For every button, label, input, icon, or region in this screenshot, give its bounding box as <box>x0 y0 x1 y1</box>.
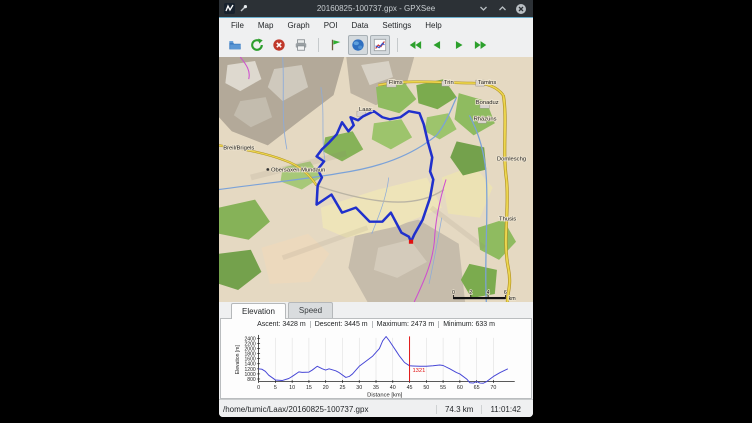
svg-text:15: 15 <box>306 385 312 391</box>
svg-text:65: 65 <box>474 385 480 391</box>
gpxsee-app-icon <box>224 3 235 14</box>
track-statistics: Ascent: 3428 mDescent: 3445 mMaximum: 24… <box>221 319 531 333</box>
print-file-button[interactable] <box>291 35 311 55</box>
stat-descent: Descent: 3445 m <box>310 321 372 328</box>
skip-last-icon <box>474 38 488 52</box>
menu-settings[interactable]: Settings <box>375 19 418 32</box>
svg-text:25: 25 <box>339 385 345 391</box>
map-label: Domleschg <box>497 157 526 163</box>
previous-icon <box>430 38 444 52</box>
svg-text:1321: 1321 <box>412 368 425 374</box>
previous-track-button[interactable] <box>427 35 447 55</box>
track-position-marker <box>409 240 413 244</box>
elevation-chart[interactable]: 0510152025303540455055606570800100012001… <box>221 333 531 398</box>
titlebar[interactable]: 20160825-100737.gpx - GPXSee <box>219 0 533 18</box>
reload-file-button[interactable] <box>247 35 267 55</box>
stat-maximum: Maximum: 2473 m <box>372 321 439 328</box>
chart-icon <box>373 38 387 52</box>
first-track-button[interactable] <box>405 35 425 55</box>
svg-text:2: 2 <box>469 290 472 296</box>
map-label: Obersaxen Mundaun <box>271 168 325 174</box>
gpxsee-window: 20160825-100737.gpx - GPXSee File Map Gr… <box>219 0 533 417</box>
svg-text:20: 20 <box>323 385 329 391</box>
svg-text:5: 5 <box>274 385 277 391</box>
track-time: 11:01:42 <box>481 405 529 414</box>
map-label: Breil/Brigels <box>223 145 254 151</box>
track-distance: 74.3 km <box>436 405 481 414</box>
pin-icon[interactable] <box>239 0 248 18</box>
map-label: Bonaduz <box>476 100 499 106</box>
menu-data[interactable]: Data <box>344 19 375 32</box>
show-graphs-button[interactable] <box>370 35 390 55</box>
shade-icon[interactable] <box>477 3 489 15</box>
map-label: Trin <box>444 80 454 86</box>
open-file-button[interactable] <box>225 35 245 55</box>
next-icon <box>452 38 466 52</box>
file-path: /home/tumic/Laax/20160825-100737.gpx <box>223 405 436 414</box>
map-label: Flims <box>389 80 403 86</box>
map-view[interactable]: Flims Laax Trin Tamins Bonaduz Rhäzüns Breil/B… <box>219 57 533 302</box>
close-icon[interactable] <box>515 3 527 15</box>
elevation-graph-panel: Ascent: 3428 mDescent: 3445 mMaximum: 24… <box>220 318 532 399</box>
map-label: Laax <box>359 107 372 113</box>
menu-file[interactable]: File <box>224 19 251 32</box>
stat-ascent: Ascent: 3428 m <box>253 321 310 328</box>
show-map-button[interactable] <box>348 35 368 55</box>
svg-text:60: 60 <box>457 385 463 391</box>
svg-text:50: 50 <box>423 385 429 391</box>
close-file-icon <box>272 38 286 52</box>
toolbar-separator <box>318 38 319 52</box>
svg-text:6: 6 <box>504 290 507 296</box>
map-label: Thusis <box>499 217 516 223</box>
flag-icon <box>329 38 343 52</box>
statusbar: /home/tumic/Laax/20160825-100737.gpx 74.… <box>219 399 533 417</box>
reload-icon <box>250 38 264 52</box>
svg-text:30: 30 <box>356 385 362 391</box>
globe-icon <box>351 38 365 52</box>
show-poi-button[interactable] <box>326 35 346 55</box>
menu-graph[interactable]: Graph <box>280 19 316 32</box>
tab-speed[interactable]: Speed <box>288 302 333 318</box>
menu-map[interactable]: Map <box>251 19 281 32</box>
stat-minimum: Minimum: 633 m <box>438 321 499 328</box>
svg-text:35: 35 <box>373 385 379 391</box>
svg-text:Distance [km]: Distance [km] <box>367 393 403 398</box>
map-label: Tamins <box>478 80 497 86</box>
menubar: File Map Graph POI Data Settings Help <box>219 18 533 33</box>
menu-poi[interactable]: POI <box>317 19 345 32</box>
maximize-icon[interactable] <box>496 3 508 15</box>
map-label: Rhäzüns <box>474 116 497 122</box>
svg-text:0: 0 <box>452 290 455 296</box>
tab-elevation[interactable]: Elevation <box>231 303 286 319</box>
svg-text:Elevation [m]: Elevation [m] <box>235 345 241 375</box>
svg-text:40: 40 <box>390 385 396 391</box>
folder-open-icon <box>228 38 242 52</box>
svg-text:4: 4 <box>487 290 490 296</box>
menu-help[interactable]: Help <box>418 19 448 32</box>
printer-icon <box>294 38 308 52</box>
graph-tabbar: Elevation Speed <box>219 302 533 318</box>
close-file-button[interactable] <box>269 35 289 55</box>
svg-text:55: 55 <box>440 385 446 391</box>
skip-first-icon <box>408 38 422 52</box>
toolbar <box>219 33 533 57</box>
svg-text:45: 45 <box>407 385 413 391</box>
toolbar-separator <box>397 38 398 52</box>
last-track-button[interactable] <box>471 35 491 55</box>
svg-text:10: 10 <box>289 385 295 391</box>
next-track-button[interactable] <box>449 35 469 55</box>
svg-text:0: 0 <box>257 385 260 391</box>
svg-text:70: 70 <box>490 385 496 391</box>
svg-text:2400: 2400 <box>244 336 255 342</box>
